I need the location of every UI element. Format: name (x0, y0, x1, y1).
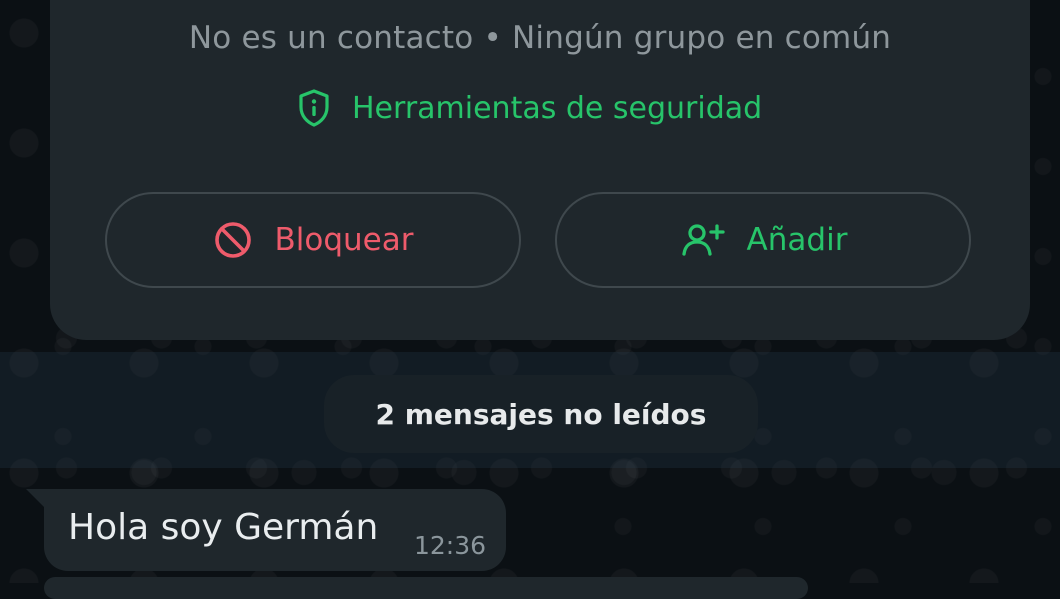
unread-messages-badge: 2 mensajes no leídos (324, 375, 758, 453)
contact-status-text: No es un contacto • Ningún grupo en comú… (188, 20, 892, 56)
safety-tools-label: Herramientas de seguridad (352, 90, 763, 126)
add-contact-button[interactable]: Añadir (555, 192, 971, 288)
contact-info-card: No es un contacto • Ningún grupo en comú… (50, 0, 1030, 340)
message-timestamp: 12:36 (413, 531, 486, 560)
incoming-message-bubble[interactable]: Hola soy Germán 12:36 (26, 489, 506, 571)
safety-tools-link[interactable]: Herramientas de seguridad (296, 88, 762, 128)
block-button-label: Bloquear (274, 222, 414, 258)
block-icon (213, 220, 253, 260)
message-text: Hola soy Germán (68, 507, 379, 548)
add-contact-icon (679, 221, 725, 259)
add-contact-label: Añadir (746, 222, 848, 258)
next-message-bubble[interactable] (44, 577, 808, 599)
block-button[interactable]: Bloquear (105, 192, 521, 288)
bubble-tail (26, 489, 44, 507)
shield-icon (296, 88, 332, 128)
